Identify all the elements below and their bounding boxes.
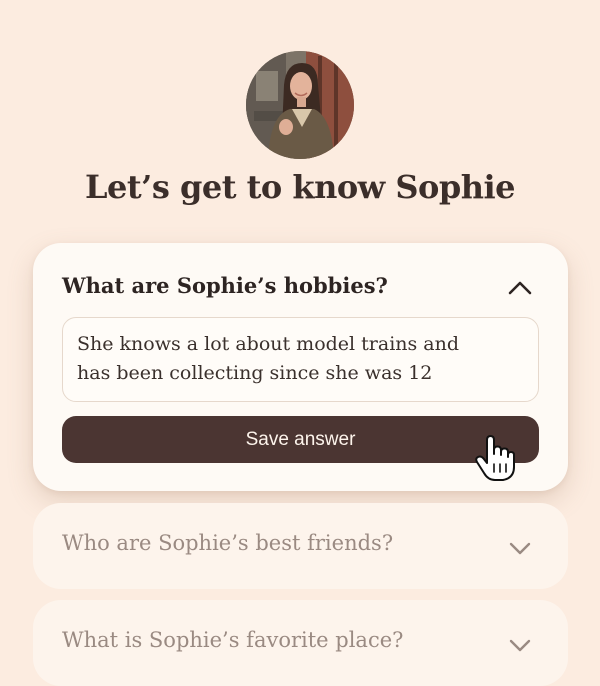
save-answer-button[interactable]: Save answer — [62, 416, 539, 463]
answer-textarea[interactable]: She knows a lot about model trains and h… — [62, 317, 539, 402]
chevron-up-icon[interactable] — [506, 274, 534, 302]
chevron-down-icon[interactable] — [506, 631, 534, 659]
question-label[interactable]: What are Sophie’s hobbies? — [62, 273, 388, 298]
avatar — [246, 51, 354, 159]
chevron-down-icon[interactable] — [506, 534, 534, 562]
question-card-best-friends[interactable]: Who are Sophie’s best friends? — [33, 503, 568, 589]
hand-pointer-icon — [475, 435, 515, 481]
question-label: What is Sophie’s favorite place? — [62, 628, 404, 652]
question-label: Who are Sophie’s best friends? — [62, 531, 394, 555]
question-card-favorite-place[interactable]: What is Sophie’s favorite place? — [33, 600, 568, 686]
page-title: Let’s get to know Sophie — [85, 168, 515, 206]
